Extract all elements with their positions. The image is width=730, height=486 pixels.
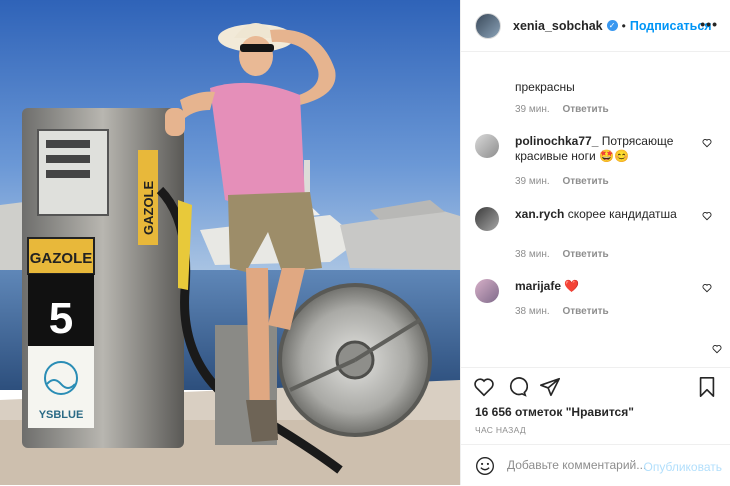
comment-time: 39 мин. [515, 176, 550, 187]
verified-badge-icon: ✓ [606, 20, 618, 31]
photo-illustration: GAZOLE GAZOLE 5 YSBLUE [0, 0, 460, 485]
comment-icon[interactable] [506, 376, 528, 398]
smile-icon[interactable] [475, 456, 495, 476]
comment-item: marijafe ❤️ 38 мин. Ответить [475, 279, 720, 329]
comment-text: прекрасны [515, 80, 575, 94]
comment-meta: 38 мин. Ответить [515, 304, 695, 319]
comment-time: 39 мин. [515, 104, 550, 115]
post-actions: 16 656 отметок "Нравится" ЧАС НАЗАД Опуб… [461, 367, 730, 485]
comment-continued: прекрасны 39 мин. Ответить [515, 80, 619, 115]
pump-number: 5 [49, 294, 73, 343]
comment-avatar[interactable] [475, 207, 499, 231]
comment-username[interactable]: polinochka77_ [515, 134, 598, 148]
comment-item: polinochka77_ Потрясающе красивые ноги 🤩… [475, 134, 720, 194]
heart-icon[interactable] [473, 376, 495, 398]
comment-like-heart-icon[interactable] [702, 138, 712, 148]
reply-button[interactable]: Ответить [562, 306, 608, 317]
comment-like-heart-icon[interactable] [702, 211, 712, 221]
post-photo[interactable]: GAZOLE GAZOLE 5 YSBLUE [0, 0, 460, 485]
comment-meta: 38 мин. Ответить [515, 247, 695, 262]
author-username[interactable]: xenia_sobchak [513, 19, 603, 33]
more-horizontal-icon[interactable]: ••• [700, 16, 718, 32]
add-comment-bar: Опубликовать [461, 444, 730, 486]
post-header: xenia_sobchak ✓ • Подписаться ••• [461, 0, 730, 52]
pump-label: GAZOLE [30, 250, 93, 267]
brand-label: YSBLUE [39, 409, 84, 421]
comment-username[interactable]: xan.rych [515, 207, 564, 221]
comment-item: xan.rych скорее кандидатша 38 мин. Ответ… [475, 207, 720, 260]
comment-text: скорее кандидатша [567, 207, 677, 221]
post: GAZOLE GAZOLE 5 YSBLUE xenia_sobchak ✓ •… [0, 0, 730, 485]
comment-username[interactable]: marijafe [515, 279, 561, 293]
likes-count[interactable]: 16 656 отметок "Нравится" [475, 405, 634, 419]
comment-text: ❤️ [564, 279, 580, 293]
bookmark-icon[interactable] [696, 376, 718, 398]
post-sidebar: xenia_sobchak ✓ • Подписаться ••• прекра… [460, 0, 730, 485]
post-timestamp[interactable]: ЧАС НАЗАД [475, 425, 526, 435]
pump-label-side: GAZOLE [141, 181, 156, 235]
reply-button[interactable]: Ответить [562, 249, 608, 260]
publish-button[interactable]: Опубликовать [644, 460, 722, 474]
comment-time: 38 мин. [515, 249, 550, 260]
comment-body: xan.rych скорее кандидатша 38 мин. Ответ… [515, 207, 695, 262]
comment-body: marijafe ❤️ 38 мин. Ответить [515, 279, 695, 319]
comment-meta: 39 мин. Ответить [515, 104, 619, 115]
avatar[interactable] [475, 12, 501, 39]
comment-time: 38 мин. [515, 306, 550, 317]
comment-like-heart-icon[interactable] [702, 283, 712, 293]
header-separator: • [621, 18, 626, 33]
reply-button[interactable]: Ответить [562, 176, 608, 187]
comment-meta: 39 мин. Ответить [515, 174, 695, 189]
comment-body: polinochka77_ Потрясающе красивые ноги 🤩… [515, 134, 695, 189]
comments-list[interactable]: прекрасны 39 мин. Ответить polinochka77_… [461, 52, 730, 367]
send-icon[interactable] [539, 376, 561, 398]
reply-button[interactable]: Ответить [562, 104, 608, 115]
comment-avatar[interactable] [475, 134, 499, 158]
comment-avatar[interactable] [475, 279, 499, 303]
add-comment-input[interactable] [507, 458, 647, 472]
comment-like-heart-icon[interactable] [712, 344, 722, 354]
